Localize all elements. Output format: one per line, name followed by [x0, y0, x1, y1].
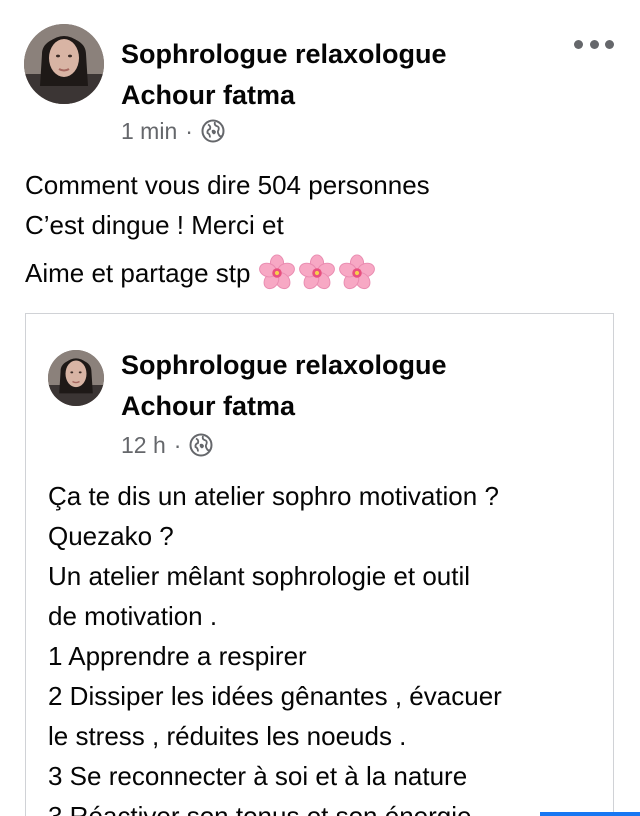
shared-author-line2: Achour fatma: [121, 391, 296, 421]
more-dot: [605, 39, 614, 49]
author-name[interactable]: Sophrologue relaxologue Achour fatma: [121, 34, 541, 116]
post-text-line: Aime et partage stp: [25, 249, 615, 297]
profile-photo: [48, 350, 104, 406]
more-options-button[interactable]: [574, 36, 614, 52]
shared-post-text: Ça te dis un atelier sophro motivation ?…: [48, 476, 608, 816]
author-name-line2: Achour fatma: [121, 80, 296, 110]
globe-icon: [189, 433, 213, 457]
shared-post-avatar[interactable]: [48, 350, 104, 406]
cherry-blossom-icon: [259, 254, 296, 290]
shared-author-line1: Sophrologue relaxologue: [121, 350, 447, 380]
more-horizontal-icon: [574, 39, 583, 49]
post-time[interactable]: 1 min: [121, 118, 177, 145]
shared-text-line: 3 Se reconnecter à soi et à la nature: [48, 761, 468, 791]
meta-separator: ·: [173, 431, 182, 458]
meta-separator: ·: [185, 117, 193, 144]
avatar[interactable]: [24, 24, 104, 104]
shared-post-card[interactable]: Sophrologue relaxologue Achour fatma 12 …: [25, 313, 614, 816]
cherry-blossom-icon: [339, 254, 376, 290]
shared-text-line: Un atelier mêlant sophrologie et outil: [48, 561, 471, 591]
post-meta: 1 min ·: [121, 116, 225, 146]
shared-post-author[interactable]: Sophrologue relaxologue Achour fatma: [121, 345, 541, 427]
emoji-group: [258, 254, 378, 292]
facebook-post: Sophrologue relaxologue Achour fatma 1 m…: [0, 0, 640, 816]
post-text-line: Comment vous dire 504 personnes: [25, 170, 430, 200]
shared-text-line: 3 Réactiver son tonus et son énergie: [48, 801, 472, 816]
shared-text-line: Quezako ?: [48, 521, 174, 551]
shared-text-line: 2 Dissiper les idées gênantes , évacuer: [48, 681, 502, 711]
post-text-line3: Aime et partage stp: [25, 258, 251, 288]
profile-photo: [24, 24, 104, 104]
shared-text-line: le stress , réduites les noeuds .: [48, 721, 407, 751]
shared-text-line: Ça te dis un atelier sophro motivation ?: [48, 481, 499, 511]
scroll-indicator: [540, 812, 640, 816]
post-text-line: C’est dingue ! Merci et: [25, 210, 284, 240]
globe-icon: [201, 119, 225, 143]
post-text: Comment vous dire 504 personnes C’est di…: [25, 165, 615, 297]
post-header: Sophrologue relaxologue Achour fatma 1 m…: [24, 22, 624, 152]
cherry-blossom-icon: [299, 254, 336, 290]
author-name-line1: Sophrologue relaxologue: [121, 39, 447, 69]
shared-post-meta: 12 h ·: [121, 430, 213, 460]
shared-text-line: de motivation .: [48, 601, 218, 631]
shared-text-line: 1 Apprendre a respirer: [48, 641, 307, 671]
more-dot: [589, 39, 599, 49]
shared-post-time[interactable]: 12 h: [121, 432, 166, 459]
